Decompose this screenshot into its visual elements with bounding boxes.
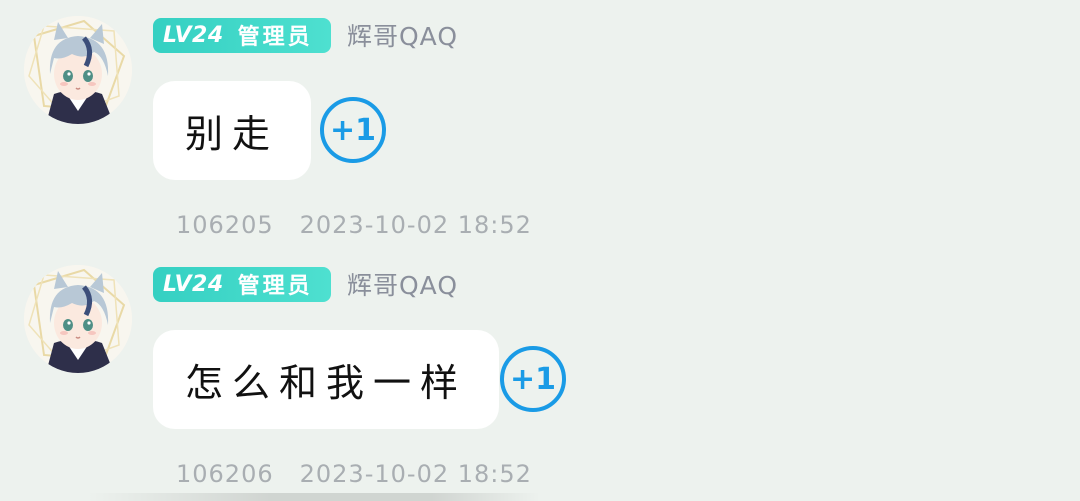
role-label: 管理员 <box>237 25 313 50</box>
user-avatar[interactable] <box>24 265 132 373</box>
anime-avatar-icon <box>24 16 132 124</box>
timestamp: 2023-10-02 18:52 <box>299 460 532 488</box>
user-avatar[interactable] <box>24 16 132 124</box>
sender-info: LV24 管理员 辉哥QAQ <box>153 17 458 53</box>
username[interactable]: 辉哥QAQ <box>347 266 458 302</box>
timestamp: 2023-10-02 18:52 <box>299 211 532 239</box>
plus-one-button[interactable]: +1 <box>320 97 386 163</box>
floor-number: 106205 <box>176 211 274 239</box>
username[interactable]: 辉哥QAQ <box>347 17 458 53</box>
sender-info: LV24 管理员 辉哥QAQ <box>153 266 458 302</box>
message-meta: 106206 2023-10-02 18:52 <box>176 460 532 488</box>
level-label: LV24 <box>163 271 224 297</box>
bottom-shadow <box>0 493 1080 501</box>
role-label: 管理员 <box>237 274 313 299</box>
message-item: LV24 管理员 辉哥QAQ 别走 +1 106205 2023-10-02 18… <box>0 0 1080 250</box>
level-label: LV24 <box>163 22 224 48</box>
message-item: LV24 管理员 辉哥QAQ 怎么和我一样 +1 106206 2023-10-0… <box>0 249 1080 499</box>
level-badge: LV24 管理员 <box>153 17 331 53</box>
message-meta: 106205 2023-10-02 18:52 <box>176 211 532 239</box>
level-badge: LV24 管理员 <box>153 266 331 302</box>
message-bubble[interactable]: 别走 <box>153 81 312 180</box>
plus-one-icon: +1 <box>329 112 376 148</box>
floor-number: 106206 <box>176 460 274 488</box>
message-bubble[interactable]: 怎么和我一样 <box>153 330 500 429</box>
plus-one-button[interactable]: +1 <box>500 346 566 412</box>
plus-one-icon: +1 <box>509 361 556 397</box>
anime-avatar-icon <box>24 265 132 373</box>
